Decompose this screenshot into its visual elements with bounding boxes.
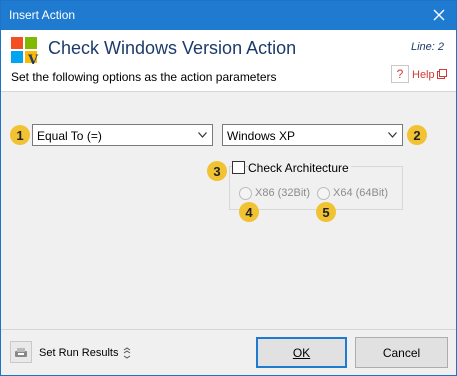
question-icon: ? [396,67,404,81]
set-run-results-label: Set Run Results [39,347,119,359]
cancel-label: Cancel [382,345,421,360]
x86-radio[interactable] [239,187,252,200]
x64-label: X64 (64Bit) [333,187,389,199]
x86-label: X86 (32Bit) [255,187,311,199]
help-button[interactable]: ? [391,65,409,83]
chevron-down-icon [388,132,397,138]
header-subtitle: Set the following options as the action … [11,70,277,84]
ok-button[interactable]: OK [256,337,347,368]
version-combobox[interactable]: Windows XP [222,124,403,146]
chevron-down-icon [198,132,207,138]
run-results-icon [15,348,27,357]
check-architecture-label[interactable]: Check Architecture [248,161,351,175]
window-title: Insert Action [9,8,76,22]
set-run-results-button[interactable] [10,341,32,363]
check-architecture-checkbox[interactable] [232,161,245,174]
step-badge-2: 2 [407,125,427,145]
operator-combobox[interactable]: Equal To (=) [32,124,213,146]
step-badge-1: 1 [10,125,30,145]
svg-text:V: V [27,53,39,65]
title-bar: Insert Action [1,1,456,30]
version-value: Windows XP [227,129,296,143]
step-badge-4: 4 [239,202,259,222]
footer-divider [1,329,456,330]
step-badge-5: 5 [316,202,336,222]
ok-label: OK [292,345,311,360]
action-title: Check Windows Version Action [48,38,297,58]
insert-action-dialog: Insert Action V Check Windows Version Ac… [0,0,457,376]
line-number: Line: 2 [410,41,444,53]
step-badge-3: 3 [207,161,227,181]
operator-value: Equal To (=) [37,129,102,143]
windows-logo-icon: V [11,37,39,65]
help-link[interactable]: Help [412,69,435,81]
action-header: V Check Windows Version Action Line: 2 S… [1,30,456,92]
expand-icon [123,347,131,359]
close-icon [433,9,445,21]
cancel-button[interactable]: Cancel [355,337,448,368]
popout-icon [437,69,447,79]
x64-radio[interactable] [317,187,330,200]
close-button[interactable] [428,5,450,25]
